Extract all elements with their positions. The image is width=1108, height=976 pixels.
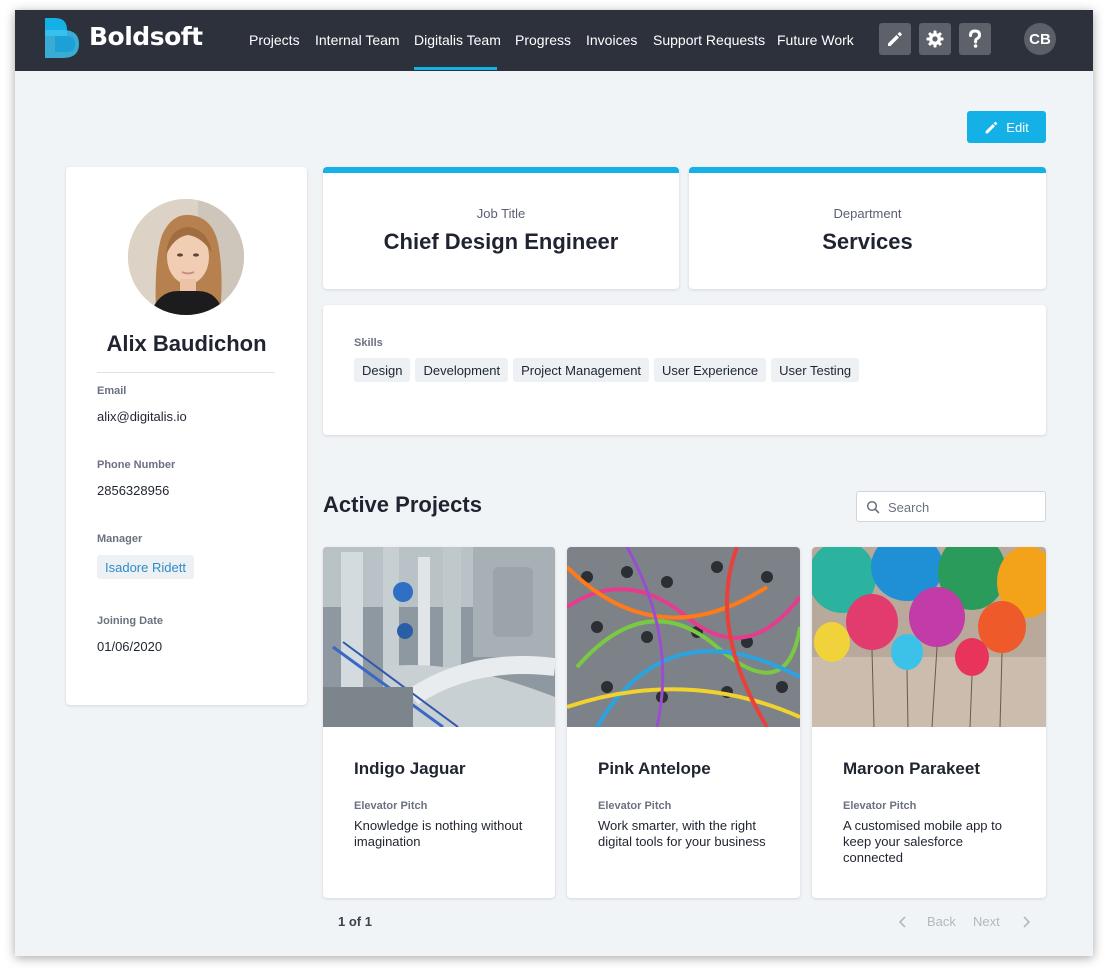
nav-item-support-requests[interactable]: Support Requests bbox=[653, 32, 765, 48]
user-avatar[interactable]: CB bbox=[1024, 23, 1056, 55]
edit-button[interactable]: Edit bbox=[967, 111, 1046, 143]
skill-tag: Design bbox=[354, 358, 411, 382]
skill-tag: Project Management bbox=[513, 358, 650, 382]
elevator-pitch-text: A customised mobile app to keep your sal… bbox=[843, 818, 1002, 865]
department-label: Department bbox=[833, 206, 902, 221]
boldsoft-logo-icon[interactable] bbox=[45, 18, 83, 58]
project-image-industrial bbox=[323, 547, 555, 727]
skills-card: Skills Design Development Project Manage… bbox=[323, 305, 1046, 435]
job-title-card: Job Title Chief Design Engineer bbox=[323, 167, 679, 289]
help-button[interactable] bbox=[959, 23, 991, 55]
nav-item-digitalis-team[interactable]: Digitalis Team bbox=[414, 32, 501, 48]
pencil-icon bbox=[985, 121, 998, 133]
skills-label: Skills bbox=[354, 337, 383, 349]
manager-link[interactable]: Isadore Ridett bbox=[97, 555, 194, 579]
nav-item-invoices[interactable]: Invoices bbox=[586, 32, 637, 48]
project-card[interactable]: Maroon Parakeet Elevator Pitch A customi… bbox=[812, 547, 1046, 898]
pencil-button[interactable] bbox=[879, 23, 911, 55]
search-input[interactable] bbox=[888, 497, 1038, 517]
nav-item-progress[interactable]: Progress bbox=[515, 32, 571, 48]
project-name: Indigo Jaguar bbox=[354, 759, 466, 778]
gear-icon bbox=[926, 30, 944, 48]
elevator-pitch-label: Elevator Pitch bbox=[843, 800, 917, 812]
top-navigation-bar: Boldsoft Projects Internal Team Digitali… bbox=[15, 10, 1093, 71]
profile-photo bbox=[128, 199, 244, 315]
page-count: 1 of 1 bbox=[338, 914, 372, 929]
project-card[interactable]: Indigo Jaguar Elevator Pitch Knowledge i… bbox=[323, 547, 555, 898]
project-name: Pink Antelope bbox=[598, 759, 711, 778]
skill-tag: Development bbox=[415, 358, 509, 382]
active-tab-indicator bbox=[414, 67, 497, 70]
skill-tag: User Experience bbox=[654, 358, 767, 382]
search-icon bbox=[866, 500, 880, 514]
manager-label: Manager bbox=[97, 533, 143, 545]
joining-date-value: 01/06/2020 bbox=[97, 639, 163, 654]
brand-name[interactable]: Boldsoft bbox=[89, 22, 203, 51]
next-button[interactable]: Next bbox=[973, 914, 1000, 929]
elevator-pitch-text: Work smarter, with the right digital too… bbox=[598, 818, 766, 849]
person-name: Alix Baudichon bbox=[106, 331, 267, 356]
department-card: Department Services bbox=[689, 167, 1046, 289]
project-image-cables bbox=[567, 547, 800, 727]
question-icon bbox=[969, 29, 982, 48]
active-projects-heading: Active Projects bbox=[323, 492, 482, 517]
job-title-label: Job Title bbox=[476, 206, 526, 221]
app-window: Boldsoft Projects Internal Team Digitali… bbox=[15, 10, 1093, 956]
phone-label: Phone Number bbox=[97, 459, 176, 471]
back-button[interactable]: Back bbox=[927, 914, 956, 929]
email-label: Email bbox=[97, 385, 127, 397]
elevator-pitch-label: Elevator Pitch bbox=[598, 800, 672, 812]
pencil-icon bbox=[888, 32, 902, 46]
joining-date-label: Joining Date bbox=[97, 615, 164, 627]
edit-button-label: Edit bbox=[1006, 119, 1029, 135]
project-image-balloons bbox=[812, 547, 1046, 727]
profile-card: Alix Baudichon Email alix@digitalis.io P… bbox=[66, 167, 307, 705]
skill-tag: User Testing bbox=[771, 358, 860, 382]
elevator-pitch-label: Elevator Pitch bbox=[354, 800, 428, 812]
chevron-left-icon[interactable] bbox=[898, 916, 908, 928]
chevron-right-icon[interactable] bbox=[1021, 916, 1031, 928]
project-card[interactable]: Pink Antelope Elevator Pitch Work smarte… bbox=[567, 547, 800, 898]
nav-item-projects[interactable]: Projects bbox=[249, 32, 300, 48]
nav-item-internal-team[interactable]: Internal Team bbox=[315, 32, 400, 48]
divider bbox=[97, 372, 275, 373]
phone-value: 2856328956 bbox=[97, 483, 170, 498]
elevator-pitch-text: Knowledge is nothing without imagination bbox=[354, 818, 523, 849]
project-search[interactable] bbox=[856, 491, 1046, 522]
skills-list: Design Development Project Management Us… bbox=[354, 358, 860, 382]
department-value: Services bbox=[822, 229, 913, 254]
nav-item-future-work[interactable]: Future Work bbox=[777, 32, 854, 48]
email-value: alix@digitalis.io bbox=[97, 409, 187, 424]
settings-button[interactable] bbox=[919, 23, 951, 55]
project-name: Maroon Parakeet bbox=[843, 759, 980, 778]
job-title-value: Chief Design Engineer bbox=[383, 229, 619, 254]
